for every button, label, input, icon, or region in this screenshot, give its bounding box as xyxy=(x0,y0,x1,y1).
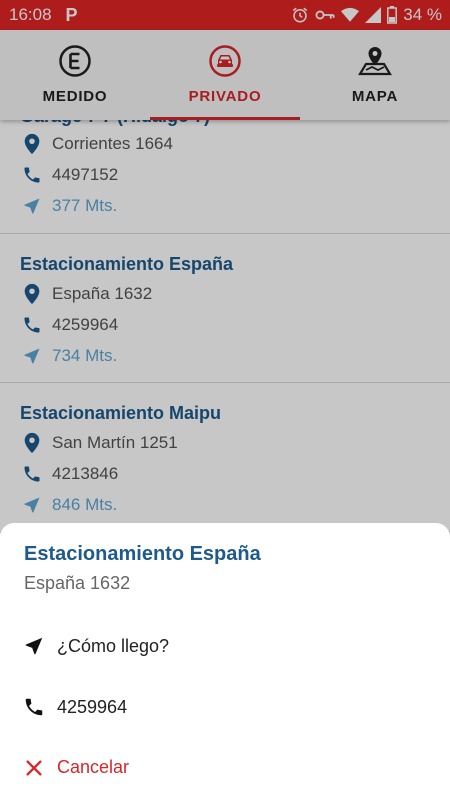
call-phone-label: 4259964 xyxy=(57,696,128,717)
sheet-title: Estacionamiento España xyxy=(24,543,261,565)
close-icon xyxy=(22,758,46,778)
cancel-button[interactable]: Cancelar xyxy=(22,757,129,778)
phone-icon xyxy=(22,696,46,718)
directions-label: ¿Cómo llego? xyxy=(57,635,170,656)
directions-button[interactable]: ¿Cómo llego? xyxy=(22,635,169,657)
cancel-label: Cancelar xyxy=(57,757,130,777)
call-button[interactable]: 4259964 xyxy=(22,696,127,718)
bottom-sheet: Estacionamiento España España 1632 ¿Cómo… xyxy=(0,523,450,800)
sheet-subtitle: España 1632 xyxy=(24,573,131,593)
navigation-arrow-icon xyxy=(22,635,46,657)
